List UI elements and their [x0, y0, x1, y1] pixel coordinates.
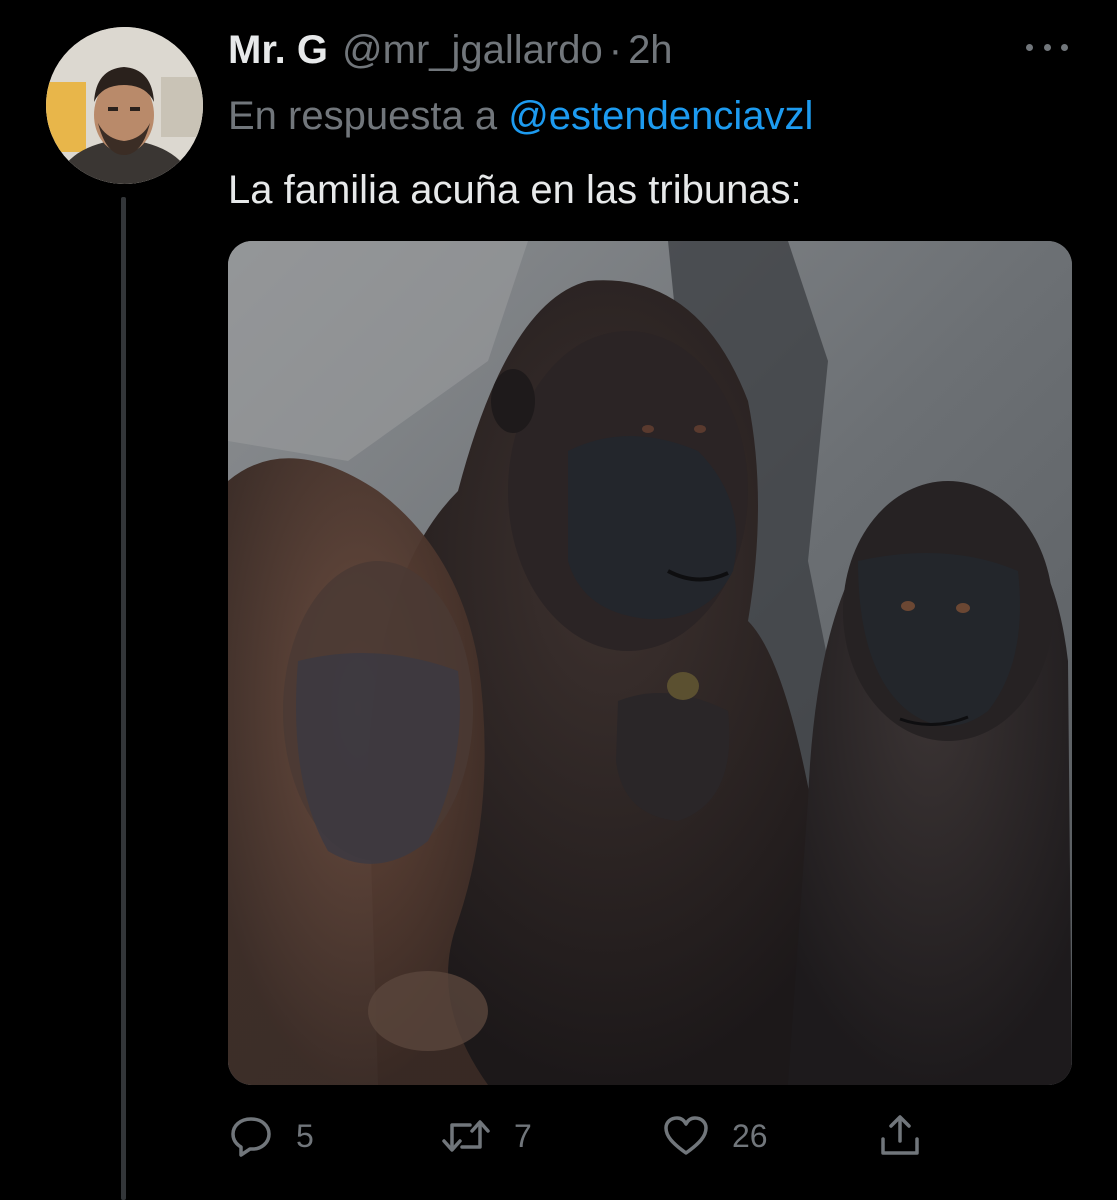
retweet-button[interactable]: 7 — [440, 1113, 532, 1159]
reply-prefix: En respuesta a — [228, 94, 498, 138]
avatar[interactable] — [46, 27, 203, 184]
user-handle[interactable]: @mr_jgallardo — [342, 24, 603, 76]
retweet-icon — [440, 1113, 492, 1159]
tweet-actions: 5 7 26 — [0, 1105, 1117, 1165]
share-button[interactable] — [877, 1113, 923, 1159]
like-count: 26 — [732, 1117, 768, 1154]
reply-mention-link[interactable]: @estendenciavzl — [508, 94, 813, 138]
tweet-time[interactable]: 2h — [628, 24, 673, 76]
tweet-text: La familia acuña en las tribunas: — [228, 168, 802, 212]
more-horizontal-icon[interactable] — [1026, 36, 1068, 58]
heart-icon — [662, 1113, 710, 1159]
retweet-count: 7 — [514, 1117, 532, 1154]
reply-bubble-icon — [228, 1113, 274, 1159]
like-button[interactable]: 26 — [662, 1113, 768, 1159]
reply-context: En respuesta a @estendenciavzl — [228, 90, 813, 142]
reply-button[interactable]: 5 — [228, 1113, 314, 1159]
display-name[interactable]: Mr. G — [228, 24, 328, 76]
tweet-header: Mr. G @mr_jgallardo · 2h — [228, 24, 673, 76]
share-upload-icon — [877, 1113, 923, 1159]
separator-dot: · — [608, 28, 623, 72]
thread-line — [121, 197, 126, 1200]
tweet[interactable]: Mr. G @mr_jgallardo · 2h En respuesta a … — [0, 0, 1117, 1200]
reply-count: 5 — [296, 1117, 314, 1154]
tweet-media-photo[interactable] — [228, 241, 1072, 1085]
